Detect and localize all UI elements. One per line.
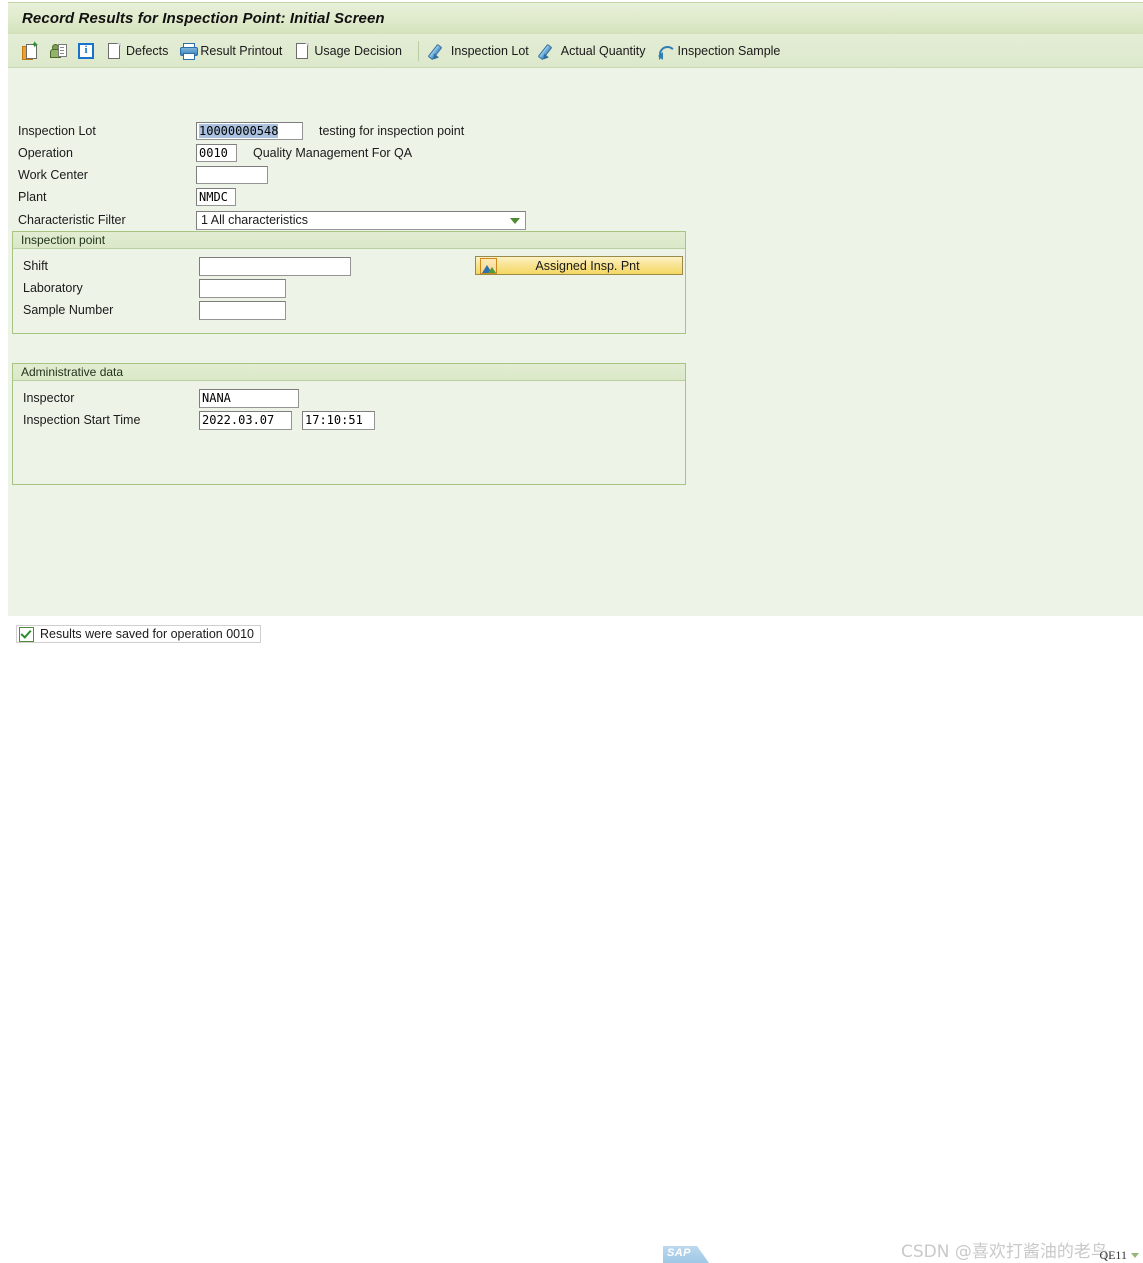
field-row-work-center: Work Center [12, 164, 712, 186]
inspection-point-group-title: Inspection point [13, 232, 685, 249]
work-center-input[interactable] [196, 166, 268, 184]
field-row-laboratory: Laboratory [23, 277, 685, 299]
pencil-icon [427, 43, 447, 61]
screen-canvas: Inspection Lot 10000000548 testing for i… [8, 68, 1143, 616]
field-row-inspection-lot: Inspection Lot 10000000548 testing for i… [12, 120, 712, 142]
application-toolbar: ✦ i Defects Result Printout Usage Decisi… [8, 34, 1143, 68]
sap-logo-text: SAP [667, 1247, 691, 1259]
shift-input[interactable] [199, 256, 351, 276]
toolbar-actual-quantity-button[interactable]: Actual Quantity [537, 39, 652, 63]
plant-label: Plant [18, 190, 47, 204]
inspection-start-date-input[interactable]: 2022.03.07 [199, 410, 292, 430]
window-title-bar: Record Results for Inspection Point: Ini… [8, 2, 1143, 34]
laboratory-input[interactable] [199, 278, 286, 298]
assigned-inspection-point-button[interactable]: Assigned Insp. Pnt [475, 256, 683, 275]
field-row-operation: Operation 0010 Quality Management For QA [12, 142, 712, 164]
laboratory-label: Laboratory [23, 281, 83, 295]
toolbar-usage-decision-button[interactable]: Usage Decision [292, 39, 408, 63]
administrative-data-group: Administrative data Inspector NANA Inspe… [12, 363, 686, 485]
sample-number-input[interactable] [199, 300, 286, 320]
new-document-icon: ✦ [22, 40, 39, 60]
inspector-input[interactable]: NANA [199, 388, 299, 408]
toolbar-result-printout-label: Result Printout [200, 43, 283, 58]
inspection-lot-input[interactable]: 10000000548 [196, 122, 303, 140]
watermark-text: CSDN @喜欢打酱油的老鸟 [901, 1242, 1108, 1262]
system-indicator[interactable]: QE11 [1099, 1248, 1139, 1263]
characteristic-filter-select[interactable]: 1 All characteristics [196, 210, 526, 230]
status-bar: Results were saved for operation 0010 SA… [8, 616, 1143, 1263]
header-form: Inspection Lot 10000000548 testing for i… [12, 120, 712, 232]
pencil-icon [537, 43, 557, 61]
inspection-start-time-input[interactable]: 17:10:51 [302, 410, 375, 430]
page-icon [106, 42, 122, 59]
inspector-person-icon [50, 43, 67, 59]
sap-logo: SAP [663, 1246, 709, 1263]
toolbar-inspection-sample-button[interactable]: Inspection Sample [656, 39, 787, 63]
operation-description: Quality Management For QA [253, 146, 413, 160]
toolbar-inspection-lot-button[interactable]: Inspection Lot [427, 39, 535, 63]
toolbar-info-button[interactable]: i [76, 39, 100, 63]
inspection-lot-value: 10000000548 [199, 124, 279, 138]
toolbar-result-printout-button[interactable]: Result Printout [178, 39, 288, 63]
field-row-inspector: Inspector NANA [23, 387, 685, 409]
toolbar-inspection-lot-label: Inspection Lot [450, 43, 529, 58]
info-icon: i [78, 42, 94, 59]
system-id-label: QE11 [1099, 1248, 1127, 1262]
field-row-sample-number: Sample Number [23, 299, 685, 321]
operation-label: Operation [18, 146, 73, 160]
assigned-inspection-point-label: Assigned Insp. Pnt [535, 258, 640, 273]
inspection-lot-description: testing for inspection point [319, 124, 465, 138]
sample-number-label: Sample Number [23, 303, 114, 317]
page-title: Record Results for Inspection Point: Ini… [22, 10, 385, 27]
characteristic-filter-label: Characteristic Filter [18, 213, 126, 227]
success-check-icon [19, 626, 34, 642]
inspection-start-time-label: Inspection Start Time [23, 413, 141, 427]
work-center-label: Work Center [18, 168, 88, 182]
mountain-picture-icon [480, 257, 497, 274]
inspector-label: Inspector [23, 391, 75, 405]
undo-icon [657, 43, 676, 60]
plant-input[interactable]: NMDC [196, 188, 236, 206]
toolbar-actual-quantity-label: Actual Quantity [560, 43, 646, 58]
toolbar-separator [417, 40, 419, 61]
toolbar-usage-decision-label: Usage Decision [314, 43, 402, 58]
status-message: Results were saved for operation 0010 [16, 625, 262, 643]
inspection-lot-label: Inspection Lot [18, 124, 96, 138]
status-message-text: Results were saved for operation 0010 [40, 627, 255, 641]
field-row-plant: Plant NMDC [12, 186, 712, 208]
inspection-point-group: Inspection point Shift Laboratory Sample… [12, 231, 686, 334]
toolbar-inspector-button[interactable] [48, 39, 72, 63]
chevron-down-icon [510, 217, 520, 224]
characteristic-filter-value: 1 All characteristics [201, 212, 308, 227]
toolbar-defects-label: Defects [126, 43, 169, 58]
chevron-down-icon [1131, 1253, 1139, 1258]
page-icon [294, 42, 310, 59]
field-row-characteristic-filter: Characteristic Filter 1 All characterist… [12, 208, 712, 232]
operation-input[interactable]: 0010 [196, 144, 237, 162]
sap-gui-window: Record Results for Inspection Point: Ini… [0, 0, 1143, 1263]
printer-icon [180, 42, 199, 60]
toolbar-inspection-sample-label: Inspection Sample [677, 43, 781, 58]
shift-label: Shift [23, 259, 49, 273]
toolbar-defects-button[interactable]: Defects [104, 39, 174, 63]
toolbar-new-document-button[interactable]: ✦ [20, 39, 44, 63]
sap-logo-swoosh [697, 1246, 709, 1263]
field-row-inspection-start-time: Inspection Start Time 2022.03.07 17:10:5… [23, 409, 685, 431]
administrative-data-group-title: Administrative data [13, 364, 685, 381]
